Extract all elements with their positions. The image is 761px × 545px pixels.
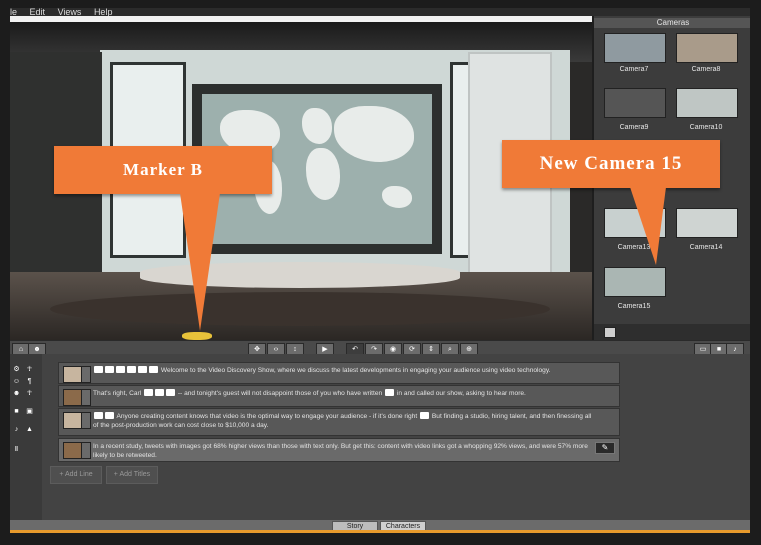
- camera15-thumbnail[interactable]: [604, 267, 666, 297]
- video-icon: [420, 412, 430, 419]
- add-line-button[interactable]: + Add Line: [50, 466, 102, 484]
- edit-pencil-icon[interactable]: ✎: [595, 442, 615, 454]
- action-palette: ⚙ ☥ ☺ ¶ ☻ ☥ ■ ▣ ♪ ▲ Ⅱ: [10, 354, 43, 520]
- cameras-panel-footer: [594, 324, 750, 340]
- video-icon: [105, 412, 114, 419]
- story-line-selected[interactable]: ⋮ In a recent study, tweets with images …: [58, 438, 620, 462]
- menu-file[interactable]: le: [10, 8, 17, 16]
- timeline-toolbar: ⌂ ☻ ✥ ‹› ↕ ▶ ↶ ↷ ◉ ⟳ ⇕ ⌕ ⊕ ▭ ■ ♪: [10, 340, 750, 356]
- add-camera-icon[interactable]: [604, 327, 616, 338]
- gesture-icon: [116, 366, 125, 373]
- person-icon[interactable]: ☺: [12, 378, 21, 386]
- character-dropdown[interactable]: [81, 389, 91, 406]
- marker-b-callout: Marker B: [54, 146, 272, 194]
- avatar-carl[interactable]: [63, 366, 82, 383]
- studio-stage-ring: [50, 292, 550, 326]
- video-icon[interactable]: ■: [12, 408, 21, 416]
- walk-icon: [155, 389, 165, 396]
- camera15-label: Camera15: [617, 303, 651, 310]
- character-dropdown[interactable]: [81, 366, 91, 383]
- gesture-icon[interactable]: ⚙: [12, 366, 21, 374]
- character-dropdown[interactable]: [81, 442, 91, 459]
- accent-bar: [10, 530, 750, 533]
- character-dropdown[interactable]: [81, 412, 91, 429]
- image-icon: [94, 366, 103, 373]
- image-icon[interactable]: ▲: [25, 426, 34, 434]
- avatar-cohost[interactable]: [63, 442, 82, 459]
- camera14-thumbnail[interactable]: [676, 208, 738, 238]
- camera7-thumbnail[interactable]: [604, 33, 666, 63]
- gesture-icon: [149, 366, 158, 373]
- music-note-icon[interactable]: ♪: [12, 426, 21, 434]
- camera10-thumbnail[interactable]: [676, 88, 738, 118]
- wave-icon[interactable]: ¶: [25, 378, 34, 386]
- story-line-3-text-a: Anyone creating content knows that video…: [116, 413, 418, 420]
- menu-edit[interactable]: Edit: [30, 8, 46, 16]
- camera-cut-icon[interactable]: ▣: [25, 408, 34, 416]
- add-titles-button[interactable]: + Add Titles: [106, 466, 158, 484]
- camera8-label: Camera8: [691, 66, 721, 73]
- story-panel: ⋮ Welcome to the Video Discovery Show, w…: [42, 354, 750, 520]
- marker-b-indicator[interactable]: [182, 332, 212, 340]
- story-line-2-text-a: That's right, Carl: [93, 390, 142, 397]
- run-icon: [144, 389, 154, 396]
- bottom-tab-bar: Story Characters: [10, 520, 750, 533]
- camera7-label: Camera7: [619, 66, 649, 73]
- video-icon: [166, 389, 176, 396]
- cameras-panel-title: Cameras: [594, 18, 750, 28]
- avatar-cohost[interactable]: [63, 389, 82, 406]
- menu-bar: le Edit Views Help: [10, 8, 750, 16]
- story-line-2-text-b: -- and tonight's guest will not disappoi…: [177, 390, 383, 397]
- camera9-label: Camera9: [619, 124, 649, 131]
- walk-icon[interactable]: ☥: [25, 366, 34, 374]
- camera14-label: Camera14: [689, 244, 723, 251]
- camera15-callout-pointer: [630, 187, 666, 265]
- gesture-icon: [94, 412, 103, 419]
- avatar-carl[interactable]: [63, 412, 82, 429]
- story-line[interactable]: ⋮ That's right, Carl -- and tonight's gu…: [58, 385, 620, 407]
- camera15-callout: New Camera 15: [502, 140, 720, 188]
- walk-icon: [127, 366, 136, 373]
- face-icon[interactable]: ☻: [12, 390, 21, 398]
- menu-views[interactable]: Views: [58, 8, 82, 16]
- story-line-4-text[interactable]: In a recent study, tweets with images go…: [93, 442, 593, 460]
- app-window: le Edit Views Help Cameras Camera7 Camer…: [10, 8, 750, 533]
- camera10-label: Camera10: [689, 124, 723, 131]
- pause-icon[interactable]: Ⅱ: [12, 446, 21, 454]
- story-line-text[interactable]: Welcome to the Video Discovery Show, whe…: [93, 366, 593, 375]
- run-icon: [138, 366, 147, 373]
- menu-help[interactable]: Help: [94, 8, 113, 16]
- video-icon: [105, 366, 114, 373]
- camera9-thumbnail[interactable]: [604, 88, 666, 118]
- story-line-text[interactable]: That's right, Carl -- and tonight's gues…: [93, 389, 593, 398]
- story-line[interactable]: ⋮ Welcome to the Video Discovery Show, w…: [58, 362, 620, 384]
- marker-b-callout-pointer: [180, 193, 220, 331]
- story-line-2-text-c: in and called our show, asking to hear m…: [396, 390, 526, 397]
- story-line-1-text: Welcome to the Video Discovery Show, whe…: [160, 367, 551, 374]
- video-icon: [385, 389, 395, 396]
- run-icon[interactable]: ☥: [25, 390, 34, 398]
- story-line[interactable]: ⋮ Anyone creating content knows that vid…: [58, 408, 620, 436]
- camera8-thumbnail[interactable]: [676, 33, 738, 63]
- story-line-text[interactable]: Anyone creating content knows that video…: [93, 412, 593, 430]
- studio-window: [110, 62, 186, 158]
